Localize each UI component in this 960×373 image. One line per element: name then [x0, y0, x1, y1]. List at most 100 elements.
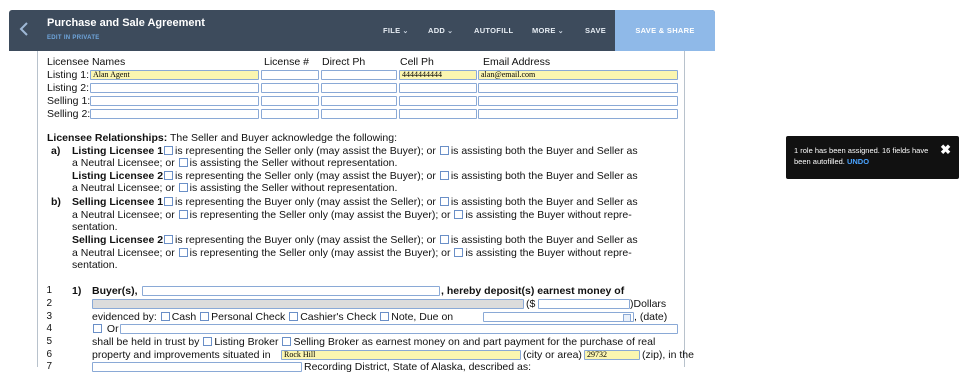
direct-phone-field[interactable]: [321, 96, 397, 106]
email-field[interactable]: [478, 109, 678, 119]
selling-broker-label: Selling Broker as earnest money on and p…: [293, 336, 656, 348]
chevron-left-icon[interactable]: [15, 20, 33, 40]
more-menu-label: MORE: [532, 26, 556, 35]
recording-district-field[interactable]: [92, 362, 302, 372]
or-checkbox[interactable]: [93, 324, 102, 333]
clause-text: is representing the Seller only (may ass…: [189, 247, 451, 259]
or-label: Or: [106, 323, 119, 335]
direct-phone-field[interactable]: [321, 70, 397, 80]
other-payment-field[interactable]: [120, 324, 678, 334]
license-number-field[interactable]: [261, 96, 319, 106]
email-field[interactable]: [478, 83, 678, 93]
clause-text: is representing the Buyer only (may assi…: [175, 234, 436, 246]
checkbox[interactable]: [178, 183, 188, 192]
checkbox[interactable]: [164, 171, 174, 180]
document-title: Purchase and Sale Agreement: [47, 17, 205, 29]
line-number: 6: [46, 349, 52, 360]
earnest-money-amount-field[interactable]: [538, 299, 630, 309]
checkbox[interactable]: [454, 210, 464, 219]
license-number-field[interactable]: [261, 70, 319, 80]
clause-text: a Neutral Licensee; or: [72, 247, 175, 259]
selling-licensee-2-line3: sentation.: [72, 259, 118, 271]
licensee-name-field[interactable]: Alan Agent: [90, 70, 259, 80]
zip-field[interactable]: 29732: [584, 350, 640, 360]
header-email: Email Address: [483, 56, 551, 68]
buyers-name-field[interactable]: [142, 286, 440, 296]
cell-phone-field[interactable]: [399, 96, 477, 106]
line-number: 3: [46, 311, 52, 322]
listing-licensee-1-line1: Listing Licensee 1 is representing the Se…: [72, 145, 638, 157]
personal-check-checkbox[interactable]: [200, 312, 210, 321]
note-due-date-field[interactable]: [483, 312, 634, 322]
checkbox[interactable]: [439, 235, 449, 244]
cash-checkbox[interactable]: [160, 312, 170, 321]
note-due-label: Note, Due on: [391, 311, 454, 323]
checkbox[interactable]: [178, 248, 188, 257]
listing-broker-label: Listing Broker: [214, 336, 279, 348]
license-number-field[interactable]: [261, 109, 319, 119]
checkbox[interactable]: [164, 197, 174, 206]
direct-phone-field[interactable]: [321, 109, 397, 119]
line-number: 2: [46, 298, 52, 309]
row-label: Listing 2:: [47, 82, 90, 94]
close-icon[interactable]: ✖: [940, 142, 951, 158]
evidenced-label: evidenced by:: [92, 311, 157, 323]
selling-broker-checkbox[interactable]: [282, 337, 292, 346]
clause-text: is assisting the Buyer without repre-: [465, 247, 632, 259]
undo-button[interactable]: UNDO: [847, 157, 869, 166]
more-menu[interactable]: MORE ⌄: [532, 26, 564, 35]
listing-licensee-2-title: Listing Licensee 2: [72, 170, 164, 182]
checkbox[interactable]: [178, 210, 188, 219]
checkbox[interactable]: [164, 235, 174, 244]
calendar-icon[interactable]: [623, 314, 631, 321]
checkbox[interactable]: [439, 197, 449, 206]
clause-text: is assisting both the Buyer and Seller a…: [450, 234, 638, 246]
cell-phone-field[interactable]: 4444444444: [399, 70, 477, 80]
checkbox[interactable]: [439, 146, 449, 155]
clause-text: a Neutral Licensee; or: [72, 209, 175, 221]
file-menu[interactable]: FILE ⌄: [383, 26, 409, 35]
email-field[interactable]: alan@email.com: [478, 70, 678, 80]
checkbox[interactable]: [439, 171, 449, 180]
autofill-toast: 1 role has been assigned. 16 fields have…: [786, 136, 959, 179]
row-label: Selling 1:: [47, 95, 91, 107]
item-label-a: a): [51, 145, 61, 157]
licensee-name-field[interactable]: [90, 109, 259, 119]
clause-text: is representing the Seller only (may ass…: [189, 209, 451, 221]
listing-broker-checkbox[interactable]: [203, 337, 213, 346]
note-checkbox[interactable]: [380, 312, 390, 321]
selling-licensee-2-line1: Selling Licensee 2 is representing the Bu…: [72, 234, 638, 246]
trust-line: shall be held in trust by Listing Broker…: [92, 336, 655, 348]
licensee-name-field[interactable]: [90, 83, 259, 93]
edit-in-private-link[interactable]: EDIT IN PRIVATE: [47, 35, 100, 41]
selling-licensee-2-title: Selling Licensee 2: [72, 234, 164, 246]
checkbox[interactable]: [178, 158, 188, 167]
cell-phone-field[interactable]: [399, 83, 477, 93]
chevron-down-icon: ⌄: [557, 28, 564, 35]
cashiers-check-checkbox[interactable]: [289, 312, 299, 321]
licensee-name-field[interactable]: [90, 96, 259, 106]
email-field[interactable]: [478, 96, 678, 106]
autofill-button[interactable]: AUTOFILL: [474, 26, 513, 35]
checkbox[interactable]: [454, 248, 464, 257]
checkbox[interactable]: [164, 146, 174, 155]
cash-label: Cash: [171, 311, 197, 323]
header-cell-phone: Cell Ph: [400, 56, 434, 68]
direct-phone-field[interactable]: [321, 83, 397, 93]
header-direct-phone: Direct Ph: [322, 56, 366, 68]
selling-licensee-1-line2: a Neutral Licensee; or is representing t…: [72, 209, 632, 221]
save-and-share-button[interactable]: SAVE & SHARE: [615, 10, 715, 51]
add-menu[interactable]: ADD ⌄: [428, 26, 453, 35]
zip-text: (zip), in the: [642, 349, 694, 361]
clause-text: is assisting both the Buyer and Seller a…: [450, 170, 638, 182]
license-number-field[interactable]: [261, 83, 319, 93]
clause-text: is assisting both the Buyer and Seller a…: [450, 145, 638, 157]
city-field[interactable]: Rock Hill: [281, 350, 521, 360]
cashiers-check-label: Cashier's Check: [300, 311, 377, 323]
cell-phone-field[interactable]: [399, 109, 477, 119]
paren-dollar: ($: [526, 298, 536, 310]
deposit-text: , hereby deposit(s) earnest money of: [441, 285, 625, 297]
line-number: 5: [46, 336, 52, 347]
document-page: Licensee Names License # Direct Ph Cell …: [37, 51, 694, 373]
save-button[interactable]: SAVE: [585, 26, 606, 35]
